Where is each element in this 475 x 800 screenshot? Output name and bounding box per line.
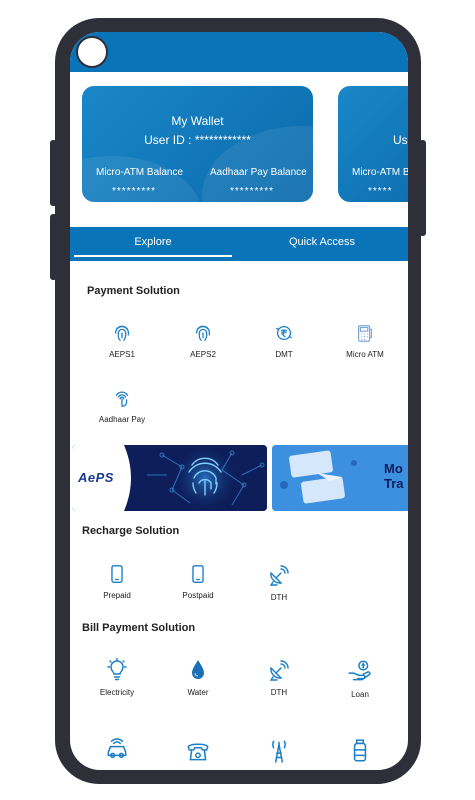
mobile-icon bbox=[192, 565, 204, 583]
loan-hand-icon bbox=[348, 660, 371, 681]
front-camera bbox=[76, 36, 108, 68]
dmt-item[interactable]: DMT bbox=[249, 322, 319, 359]
aeps-logo: AePS bbox=[78, 470, 114, 485]
prepaid-item[interactable]: Prepaid bbox=[82, 563, 152, 600]
telephone-item[interactable] bbox=[163, 738, 233, 764]
aeps2-item[interactable]: AEPS2 bbox=[168, 322, 238, 359]
postpaid-item[interactable]: Postpaid bbox=[163, 563, 233, 600]
aeps2-label: AEPS2 bbox=[190, 350, 216, 359]
car-insurance-item[interactable] bbox=[82, 738, 152, 764]
active-tab-indicator bbox=[74, 255, 232, 257]
aeps1-item[interactable]: AEPS1 bbox=[87, 322, 157, 359]
tower-item[interactable] bbox=[244, 738, 314, 764]
power-button bbox=[419, 140, 426, 236]
wallet-card[interactable]: My Wallet User ID : ************ Micro-A… bbox=[82, 86, 313, 202]
bill-payment-solution-title: Bill Payment Solution bbox=[82, 622, 196, 634]
micro-atm-balance-value: ***** bbox=[368, 186, 393, 197]
micro-atm-balance-value: ********* bbox=[112, 186, 157, 197]
loan-item[interactable]: Loan bbox=[325, 658, 395, 699]
dth-label: DTH bbox=[270, 593, 288, 602]
prepaid-label: Prepaid bbox=[103, 591, 131, 600]
aadhaar-pay-balance-value: ********* bbox=[230, 186, 275, 197]
bulb-icon bbox=[107, 658, 127, 681]
satellite-dish-icon bbox=[269, 660, 289, 681]
wallet-title: My Wallet bbox=[171, 114, 224, 128]
tab-quick-access[interactable]: Quick Access bbox=[240, 227, 404, 261]
telephone-icon bbox=[187, 743, 209, 761]
gas-cylinder-icon bbox=[353, 739, 367, 762]
water-drop-icon bbox=[192, 660, 204, 679]
micro-atm-icon bbox=[357, 325, 373, 342]
gas-cylinder-item[interactable] bbox=[325, 738, 395, 764]
satellite-dish-icon bbox=[269, 565, 289, 586]
aeps-banner[interactable]: AePS bbox=[72, 445, 267, 511]
money-transfer-banner[interactable]: Mo Tra bbox=[272, 445, 408, 511]
dmt-label: DMT bbox=[275, 350, 293, 359]
electricity-item[interactable]: Electricity bbox=[82, 658, 152, 697]
app-header bbox=[70, 32, 408, 72]
water-item[interactable]: Water bbox=[163, 658, 233, 697]
user-id: User ID : ************ bbox=[144, 133, 251, 147]
fingerprint-icon bbox=[114, 325, 130, 341]
aadhaar-pay-item[interactable]: Aadhaar Pay bbox=[87, 387, 157, 424]
volume-up-button bbox=[50, 140, 57, 206]
micro-atm-label: Micro ATM bbox=[346, 350, 384, 359]
tower-icon bbox=[272, 740, 286, 763]
recharge-solution-title: Recharge Solution bbox=[82, 525, 180, 537]
water-label: Water bbox=[187, 688, 209, 697]
aadhaar-pay-balance-label: Aadhaar Pay Balance bbox=[210, 167, 307, 178]
fingerprint-touch-icon bbox=[115, 391, 129, 407]
electricity-label: Electricity bbox=[99, 688, 135, 697]
dth-label: DTH bbox=[270, 688, 288, 697]
micro-atm-balance-label: Micro-ATM Balance bbox=[96, 167, 184, 178]
wallet-carousel[interactable]: My Wallet User ID : ************ Micro-A… bbox=[70, 72, 408, 227]
money-transfer-title-line1: Mo bbox=[384, 461, 403, 476]
tab-bar: Explore Quick Access bbox=[70, 227, 408, 261]
mobile-icon bbox=[111, 565, 123, 583]
micro-atm-item[interactable]: Micro ATM bbox=[330, 322, 400, 359]
volume-down-button bbox=[50, 214, 57, 280]
dth-recharge-item[interactable]: DTH bbox=[244, 563, 314, 602]
wallet-card-next[interactable]: Us Micro-ATM B ***** bbox=[338, 86, 408, 202]
fingerprint-icon bbox=[195, 325, 211, 341]
aeps1-label: AEPS1 bbox=[109, 350, 135, 359]
aadhaar-pay-label: Aadhaar Pay bbox=[98, 415, 146, 424]
loan-label: Loan bbox=[351, 690, 369, 699]
user-id: Us bbox=[393, 133, 408, 147]
postpaid-label: Postpaid bbox=[182, 591, 214, 600]
payment-solution-title: Payment Solution bbox=[87, 285, 180, 297]
rupee-transfer-icon bbox=[276, 325, 292, 341]
micro-atm-balance-label: Micro-ATM B bbox=[352, 167, 408, 178]
money-transfer-title-line2: Tra bbox=[384, 476, 404, 491]
app-screen: My Wallet User ID : ************ Micro-A… bbox=[70, 32, 408, 770]
dth-bill-item[interactable]: DTH bbox=[244, 658, 314, 697]
car-insurance-icon bbox=[107, 738, 127, 759]
